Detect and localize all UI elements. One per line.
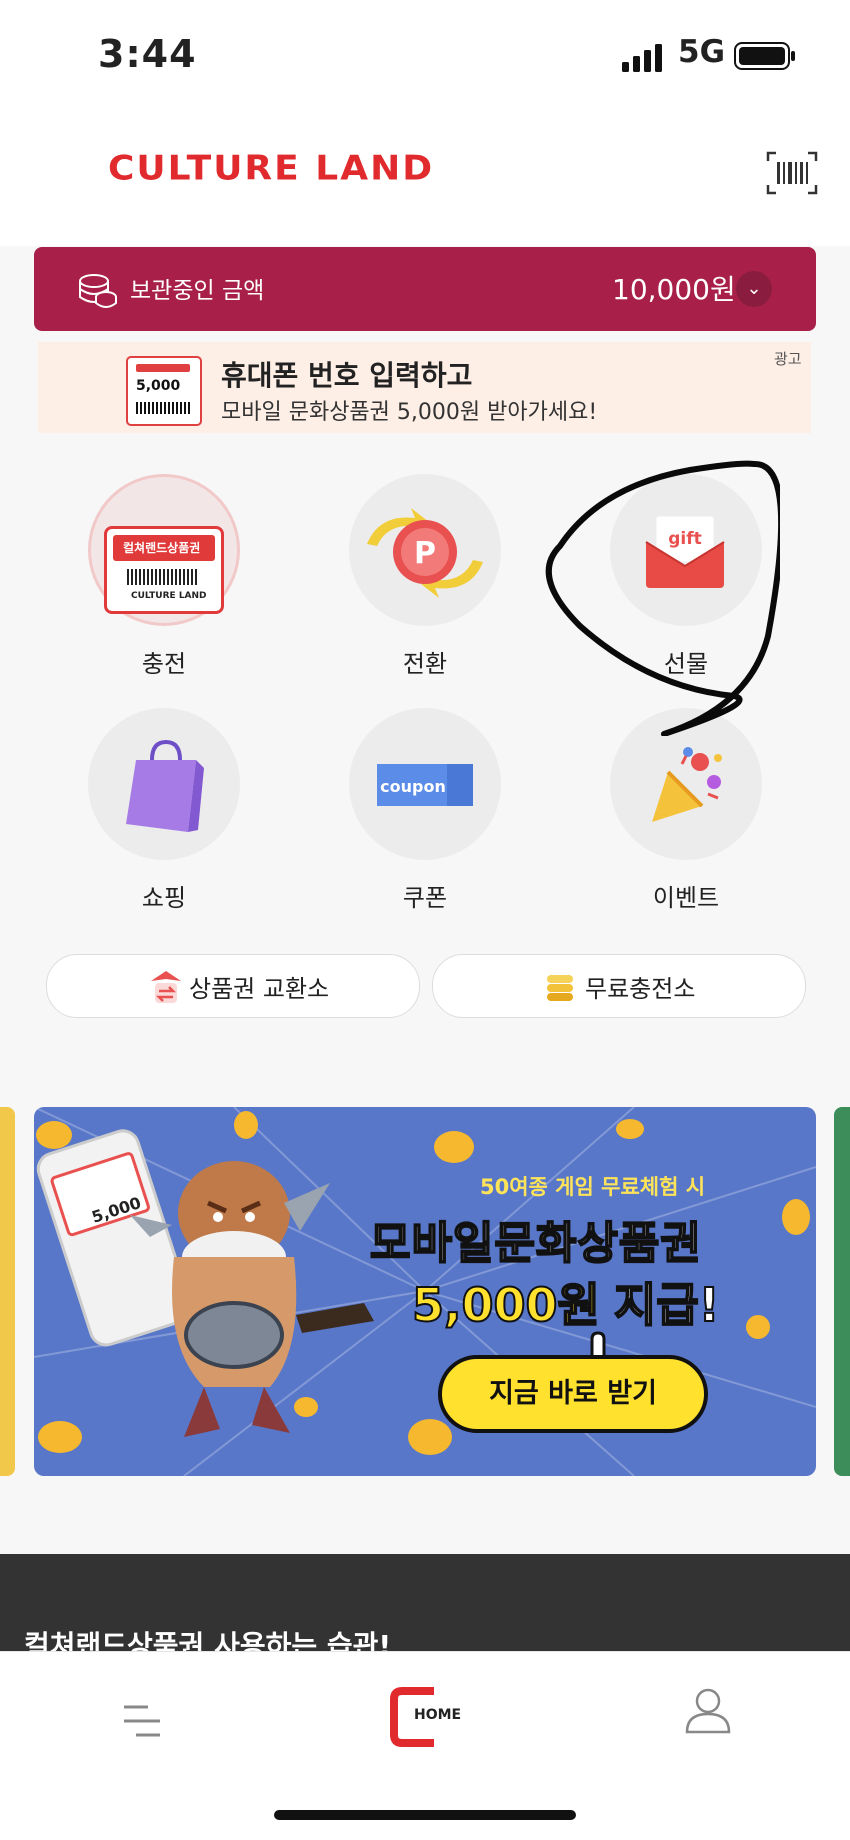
culture-land-logo[interactable]: CULTURE LAND <box>108 149 434 188</box>
stored-balance-bar[interactable]: 보관중인 금액 10,000원 ⌄ <box>34 247 816 331</box>
free-charge-button[interactable]: 무료충전소 <box>432 954 806 1018</box>
home-tab[interactable]: HOME <box>390 1687 462 1747</box>
usage-section: 컬쳐랜드상품권 사용하는 습관! <box>0 1554 850 1662</box>
banner-small-text: 50여종 게임 무료체험 시 <box>480 1175 706 1199</box>
network-type: 5G <box>678 34 726 70</box>
banner-amount: 5,000원 <box>411 1277 601 1333</box>
coins-icon <box>79 274 117 308</box>
shopping-bag-icon <box>126 739 204 832</box>
promo-banner[interactable]: 5,000 50여종 게임 무료체험 시 모바일문화상품권 5,000원 지급!… <box>34 1107 816 1476</box>
menu-coupon[interactable]: coupon <box>349 708 501 888</box>
battery-icon <box>734 42 795 70</box>
barcode-icon[interactable] <box>766 151 818 195</box>
signal-icon <box>622 44 662 72</box>
menu-charge[interactable]: 컬쳐랜드상품권 CULTURE LAND <box>88 474 240 654</box>
gift-card-icon: 5,000 <box>126 356 202 426</box>
free-charge-label: 무료충전소 <box>585 975 696 1003</box>
menu-label-charge: 충전 <box>141 650 187 678</box>
balance-label: 보관중인 금액 <box>130 278 265 304</box>
menu-label-coupon: 쿠폰 <box>402 884 448 912</box>
ad-badge: 광고 <box>774 350 802 368</box>
banner-headline: 모바일문화상품권 <box>369 1217 702 1270</box>
profile-icon[interactable] <box>684 1686 732 1734</box>
menu-label-convert: 전환 <box>402 650 448 678</box>
coupon-word: coupon <box>380 777 446 796</box>
carousel-next-slide[interactable] <box>834 1107 850 1476</box>
convert-letter: P <box>414 536 436 571</box>
banner-amount-suffix: 지급! <box>613 1277 721 1333</box>
menu-icon[interactable] <box>122 1704 162 1738</box>
card-brand: CULTURE LAND <box>131 591 207 601</box>
coin-stack-icon <box>547 975 573 1001</box>
home-label: HOME <box>414 1707 462 1723</box>
menu-label-event: 이벤트 <box>652 884 720 912</box>
menu-label-shopping: 쇼핑 <box>141 884 187 912</box>
coupon-icon: coupon <box>377 764 473 806</box>
ad-headline: 휴대폰 번호 입력하고 <box>221 359 473 392</box>
banner-cta-button[interactable]: 지금 바로 받기 <box>438 1355 708 1433</box>
point-convert-icon: P <box>367 508 483 598</box>
ad-subtext: 모바일 문화상품권 5,000원 받아가세요! <box>221 400 598 425</box>
annotation-circle <box>545 460 780 736</box>
chevron-down-icon[interactable]: ⌄ <box>736 271 772 307</box>
menu-shopping[interactable] <box>88 708 240 888</box>
status-bar: 3:44 5G <box>0 0 850 110</box>
ad-card-value: 5,000 <box>136 378 181 394</box>
voucher-exchange-button[interactable]: 상품권 교환소 <box>46 954 420 1018</box>
carousel-prev-slide[interactable] <box>0 1107 15 1476</box>
gift-card-icon: 컬쳐랜드상품권 CULTURE LAND <box>104 526 224 614</box>
menu-convert[interactable]: P <box>349 474 501 654</box>
voucher-exchange-label: 상품권 교환소 <box>189 975 330 1003</box>
card-title: 컬쳐랜드상품권 <box>123 541 201 555</box>
exchange-icon <box>151 971 181 1003</box>
status-time: 3:44 <box>98 32 197 76</box>
ad-banner[interactable]: 광고 5,000 휴대폰 번호 입력하고 모바일 문화상품권 5,000원 받아… <box>38 342 811 433</box>
party-popper-icon <box>652 747 722 822</box>
home-indicator <box>274 1810 576 1820</box>
balance-amount: 10,000원 <box>612 273 736 306</box>
